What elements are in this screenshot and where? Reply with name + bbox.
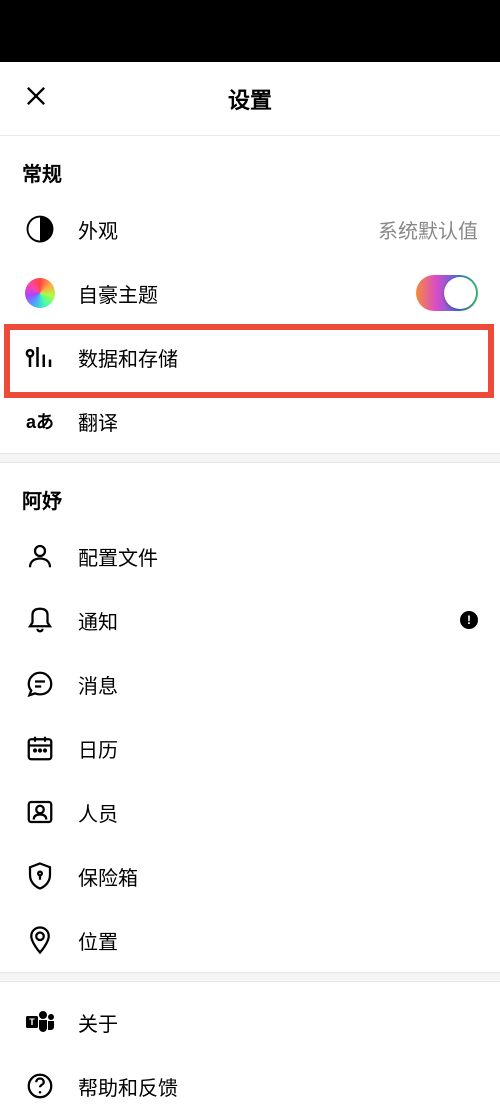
item-value: 系统默认值: [378, 215, 478, 244]
item-label: 通知: [78, 606, 460, 635]
item-people[interactable]: 人员: [0, 780, 500, 844]
close-icon[interactable]: [22, 82, 50, 115]
item-appearance[interactable]: 外观 系统默认值: [0, 197, 500, 261]
page-title: 设置: [50, 83, 450, 115]
item-safe[interactable]: 保险箱: [0, 844, 500, 908]
item-messages[interactable]: 消息: [0, 652, 500, 716]
item-notifications[interactable]: 通知 !: [0, 588, 500, 652]
item-translate[interactable]: aあ 翻译: [0, 389, 500, 453]
item-label: 外观: [78, 215, 378, 244]
item-profile[interactable]: 配置文件: [0, 524, 500, 588]
item-label: 日历: [78, 734, 478, 763]
item-about[interactable]: T 关于: [0, 990, 500, 1054]
item-label: 关于: [78, 1008, 478, 1037]
calendar-icon: [22, 730, 58, 766]
section-divider: [0, 453, 500, 463]
item-label: 自豪主题: [78, 279, 416, 308]
item-label: 数据和存储: [78, 343, 478, 372]
item-label: 帮助和反馈: [78, 1072, 478, 1101]
status-bar: [0, 0, 500, 62]
contrast-icon: [22, 211, 58, 247]
help-icon: [22, 1068, 58, 1104]
header: 设置: [0, 62, 500, 136]
item-location[interactable]: 位置: [0, 908, 500, 972]
item-calendar[interactable]: 日历: [0, 716, 500, 780]
shield-lock-icon: [22, 858, 58, 894]
person-icon: [22, 538, 58, 574]
svg-text:T: T: [29, 1017, 35, 1027]
item-pride-theme[interactable]: 自豪主题: [0, 261, 500, 325]
teams-icon: T: [22, 1004, 58, 1040]
item-label: 翻译: [78, 407, 478, 436]
item-label: 消息: [78, 670, 478, 699]
chat-icon: [22, 666, 58, 702]
alert-badge: !: [460, 611, 478, 629]
color-wheel-icon: [22, 275, 58, 311]
item-label: 配置文件: [78, 542, 478, 571]
location-icon: [22, 922, 58, 958]
item-label: 位置: [78, 926, 478, 955]
item-help[interactable]: 帮助和反馈: [0, 1054, 500, 1118]
item-data-storage[interactable]: 数据和存储: [0, 325, 500, 389]
bars-icon: [22, 339, 58, 375]
section-header-general: 常规: [0, 136, 500, 197]
translate-icon: aあ: [22, 403, 58, 439]
section-divider: [0, 972, 500, 982]
item-label: 保险箱: [78, 862, 478, 891]
contact-card-icon: [22, 794, 58, 830]
toggle-switch[interactable]: [416, 275, 478, 311]
item-label: 人员: [78, 798, 478, 827]
bell-icon: [22, 602, 58, 638]
section-header-user: 阿妤: [0, 463, 500, 524]
